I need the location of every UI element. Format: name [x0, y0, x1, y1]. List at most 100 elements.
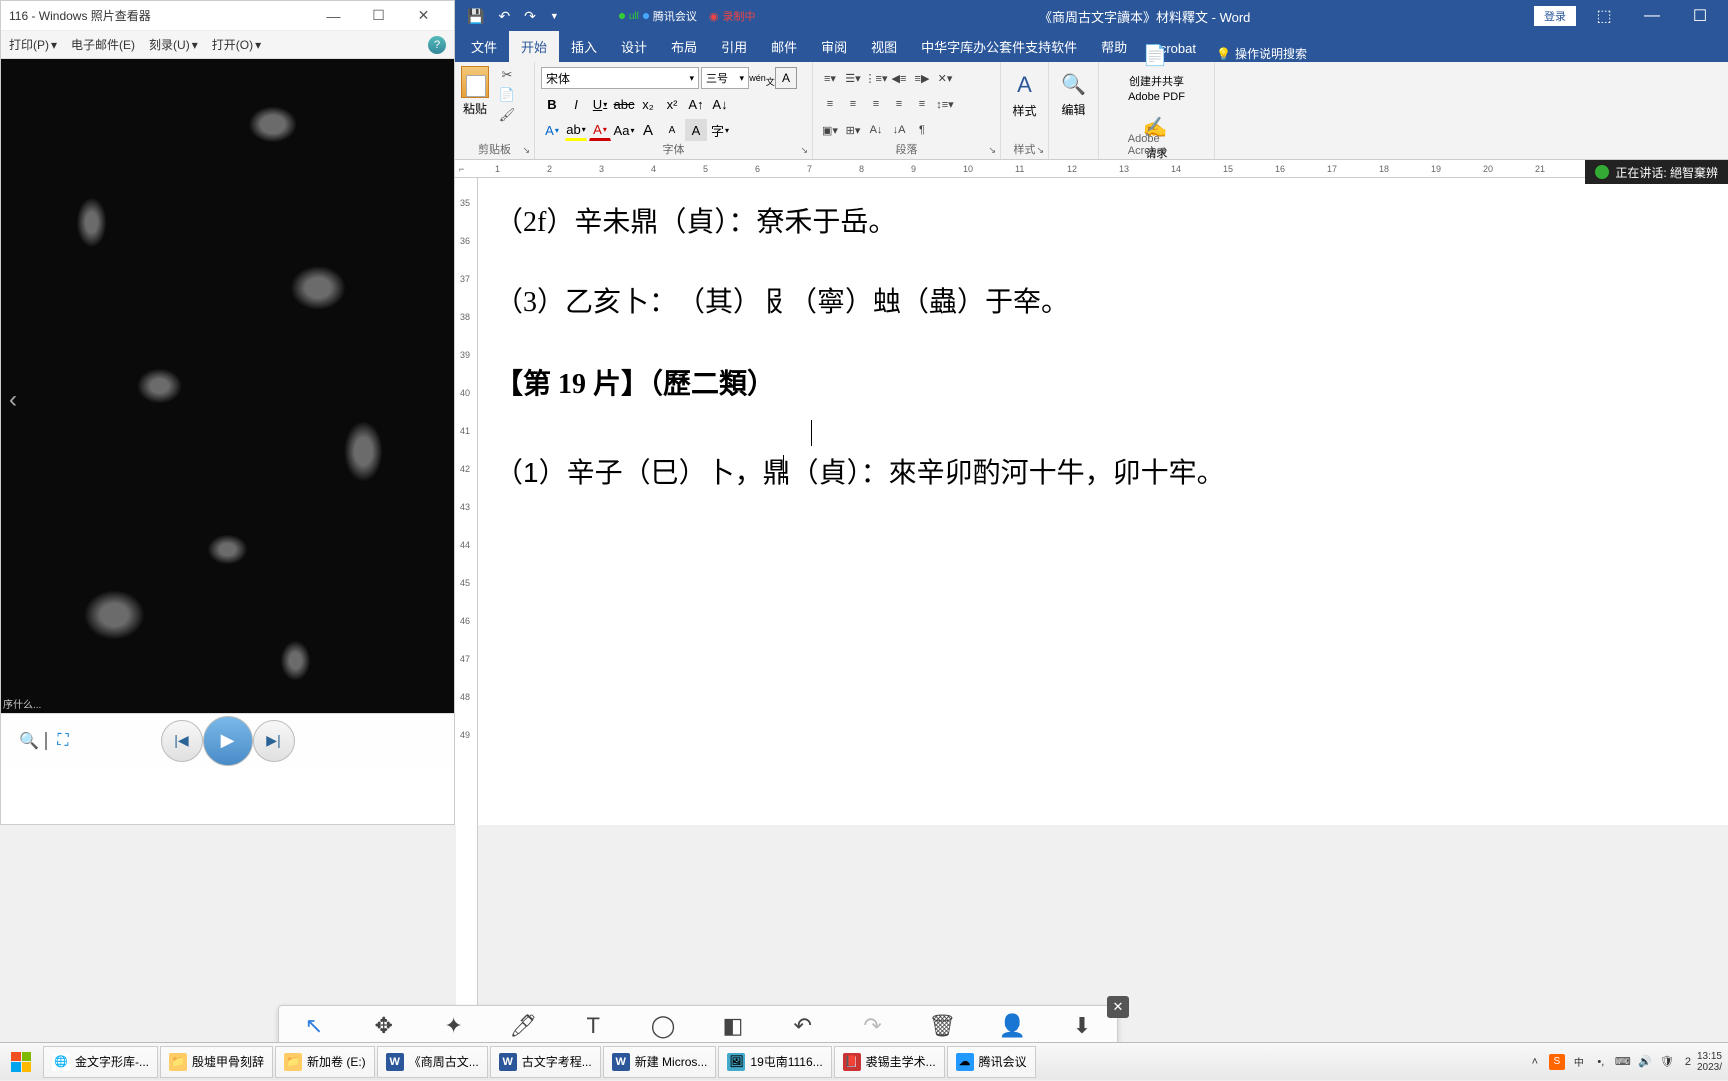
grow-font-button[interactable]: A↑: [685, 93, 707, 115]
minimize-button[interactable]: —: [311, 2, 356, 30]
decrease-indent-button[interactable]: ◀≡: [888, 67, 910, 89]
styles-launcher-icon[interactable]: ↘: [1036, 145, 1044, 156]
start-button[interactable]: [0, 1043, 42, 1081]
tray-shield-icon[interactable]: 🛡: [1659, 1054, 1675, 1070]
tab-layout[interactable]: 布局: [659, 31, 709, 62]
tab-review[interactable]: 审阅: [809, 31, 859, 62]
qat-dropdown-icon[interactable]: ▼: [550, 11, 559, 21]
styles-icon[interactable]: A: [1017, 72, 1032, 98]
font-size-select[interactable]: 三号▾: [701, 67, 749, 89]
show-marks-button[interactable]: ¶: [911, 119, 933, 141]
login-button[interactable]: 登录: [1534, 6, 1576, 26]
photo-display-area[interactable]: ‹ 序什么...: [1, 59, 454, 713]
enclose-char-button[interactable]: 字: [709, 119, 731, 141]
shading-button[interactable]: ▣▾: [819, 119, 841, 141]
text-effects-button[interactable]: A: [541, 119, 563, 141]
numbering-button[interactable]: ☰▾: [842, 67, 864, 89]
redo-icon[interactable]: ↷: [524, 8, 536, 25]
tray-punct-icon[interactable]: •,: [1593, 1054, 1609, 1070]
taskbar-item[interactable]: W《商周古文...: [377, 1046, 488, 1078]
paragraph-launcher-icon[interactable]: ↘: [988, 145, 996, 156]
strikethrough-button[interactable]: abc: [613, 93, 635, 115]
close-annotation-button[interactable]: ✕: [1107, 996, 1129, 1018]
tray-keyboard-icon[interactable]: ⌨: [1615, 1054, 1631, 1070]
previous-photo-button[interactable]: |◀: [161, 720, 203, 762]
menu-open[interactable]: 打开(O) ▾: [212, 36, 261, 53]
clipboard-launcher-icon[interactable]: ↘: [522, 145, 530, 156]
align-center-button[interactable]: ≡: [842, 93, 864, 115]
distribute-button[interactable]: ≡: [911, 93, 933, 115]
taskbar-item[interactable]: 🖼19屯南1116...: [718, 1046, 831, 1078]
line-spacing-button[interactable]: ↕≡▾: [934, 93, 956, 115]
taskbar-item[interactable]: 📕裘锡圭学术...: [834, 1046, 945, 1078]
create-pdf-button[interactable]: 📄 创建并共享 Adobe PDF: [1128, 43, 1185, 103]
ribbon-options-icon[interactable]: ⬚: [1584, 6, 1624, 26]
tell-me-search[interactable]: 💡 操作说明搜索: [1216, 45, 1307, 62]
shrink-font2-button[interactable]: A: [661, 119, 683, 141]
horizontal-ruler[interactable]: ⌐ 1234567891011121314151617181920212223: [455, 160, 1728, 178]
zoom-out-icon[interactable]: 🔍: [17, 729, 41, 753]
paste-button[interactable]: 粘贴: [461, 66, 489, 124]
fit-window-icon[interactable]: ⛶: [51, 729, 75, 753]
menu-email[interactable]: 电子邮件(E): [71, 36, 135, 53]
tab-mailings[interactable]: 邮件: [759, 31, 809, 62]
vertical-ruler[interactable]: 353637383940414243444546474849: [456, 178, 478, 1010]
menu-burn[interactable]: 刻录(U) ▾: [149, 36, 198, 53]
next-photo-button[interactable]: ▶|: [253, 720, 295, 762]
grow-font2-button[interactable]: A: [637, 119, 659, 141]
justify-button[interactable]: ≡: [888, 93, 910, 115]
copy-icon[interactable]: 📄: [497, 86, 517, 104]
slideshow-button[interactable]: ▶: [203, 716, 253, 766]
superscript-button[interactable]: x²: [661, 93, 683, 115]
tab-view[interactable]: 视图: [859, 31, 909, 62]
document-area[interactable]: （2f）辛未鼎（貞）：尞禾于岳。 （3）乙亥卜：𡆥（其）𠬝（寧）䖵（蟲）于㚔。 …: [477, 178, 1728, 807]
tray-volume-icon[interactable]: 🔊: [1637, 1054, 1653, 1070]
phonetic-guide-button[interactable]: wén文: [751, 67, 773, 89]
tab-design[interactable]: 设计: [609, 31, 659, 62]
cut-icon[interactable]: ✂: [497, 66, 517, 84]
tab-home[interactable]: 开始: [509, 31, 559, 62]
borders-button[interactable]: ⊞▾: [842, 119, 864, 141]
font-launcher-icon[interactable]: ↘: [800, 145, 808, 156]
word-maximize-button[interactable]: ☐: [1680, 6, 1720, 26]
clear-format-button[interactable]: A: [685, 119, 707, 141]
subscript-button[interactable]: x₂: [637, 93, 659, 115]
clock[interactable]: 13:15 2023/: [1697, 1051, 1722, 1073]
bullets-button[interactable]: ≡▾: [819, 67, 841, 89]
taskbar-item[interactable]: ☁腾讯会议: [947, 1046, 1036, 1078]
char-border-button[interactable]: A: [775, 67, 797, 89]
find-icon[interactable]: 🔍: [1061, 72, 1086, 97]
save-icon[interactable]: 💾: [467, 8, 484, 25]
align-right-button[interactable]: ≡: [865, 93, 887, 115]
tray-lang-icon[interactable]: 中: [1571, 1054, 1587, 1070]
close-button[interactable]: ✕: [401, 2, 446, 30]
align-left-button[interactable]: ≡: [819, 93, 841, 115]
word-minimize-button[interactable]: —: [1632, 7, 1672, 25]
prev-image-arrow[interactable]: ‹: [9, 386, 39, 416]
highlight-button[interactable]: ab: [565, 119, 587, 141]
increase-indent-button[interactable]: ≡▶: [911, 67, 933, 89]
help-icon[interactable]: ?: [428, 36, 446, 54]
tab-references[interactable]: 引用: [709, 31, 759, 62]
underline-button[interactable]: U: [589, 93, 611, 115]
italic-button[interactable]: I: [565, 93, 587, 115]
font-color-button[interactable]: A: [589, 119, 611, 141]
multilevel-button[interactable]: ⋮≡▾: [865, 67, 887, 89]
tray-up-icon[interactable]: ˄: [1527, 1054, 1543, 1070]
bold-button[interactable]: B: [541, 93, 563, 115]
shrink-font-button[interactable]: A↓: [709, 93, 731, 115]
font-name-select[interactable]: 宋体▾: [541, 67, 699, 89]
taskbar-item[interactable]: W新建 Micros...: [603, 1046, 717, 1078]
taskbar-item[interactable]: W古文字考程...: [490, 1046, 601, 1078]
tab-insert[interactable]: 插入: [559, 31, 609, 62]
maximize-button[interactable]: ☐: [356, 2, 401, 30]
sort-button[interactable]: A↓: [865, 119, 887, 141]
taskbar-item[interactable]: 📁新加卷 (E:): [275, 1046, 375, 1078]
asian-layout-button[interactable]: ✕▾: [934, 67, 956, 89]
menu-print[interactable]: 打印(P) ▾: [9, 36, 57, 53]
change-case-button[interactable]: Aa: [613, 119, 635, 141]
sort2-button[interactable]: ↓A: [888, 119, 910, 141]
undo-icon[interactable]: ↶: [498, 8, 510, 25]
format-painter-icon[interactable]: 🖌: [497, 106, 517, 124]
taskbar-item[interactable]: 📁殷墟甲骨刻辞: [160, 1046, 273, 1078]
